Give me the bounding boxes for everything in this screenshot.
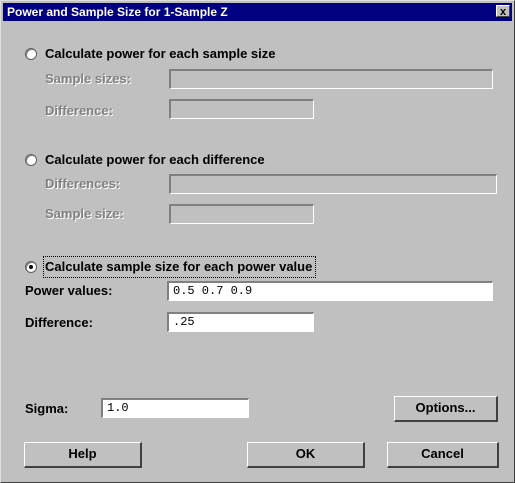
cancel-button[interactable]: Cancel <box>387 442 499 468</box>
differences-label: Differences: <box>45 176 121 191</box>
options-button[interactable]: Options... <box>394 396 498 422</box>
sample-sizes-input[interactable] <box>169 69 493 89</box>
difference-label: Difference: <box>45 103 113 118</box>
difference-input[interactable]: .25 <box>167 312 314 332</box>
radio-button-icon[interactable] <box>25 154 37 166</box>
title-bar[interactable]: Power and Sample Size for 1-Sample Z x <box>3 3 512 21</box>
power-values-label: Power values: <box>25 283 113 298</box>
radio-selected-dot <box>29 265 33 269</box>
sample-size-label: Sample size: <box>45 206 124 221</box>
power-values-input[interactable]: 0.5 0.7 0.9 <box>167 281 493 301</box>
help-button[interactable]: Help <box>24 442 142 468</box>
sigma-input[interactable]: 1.0 <box>101 398 249 418</box>
differences-input[interactable] <box>169 174 497 194</box>
sigma-label: Sigma: <box>25 401 69 416</box>
power-sample-size-dialog: Power and Sample Size for 1-Sample Z x C… <box>0 0 515 483</box>
radio-button-icon[interactable] <box>25 48 37 60</box>
close-button[interactable]: x <box>496 5 510 18</box>
radio-button-icon[interactable] <box>25 261 37 273</box>
difference-input[interactable] <box>169 99 314 119</box>
radio-label: Calculate sample size for each power val… <box>42 256 317 278</box>
radio-label: Calculate power for each difference <box>45 152 265 167</box>
window-title: Power and Sample Size for 1-Sample Z <box>7 5 228 19</box>
ok-button[interactable]: OK <box>247 442 365 468</box>
difference-label: Difference: <box>25 315 93 330</box>
sample-size-input[interactable] <box>169 204 314 224</box>
sample-sizes-label: Sample sizes: <box>45 71 131 86</box>
radio-label: Calculate power for each sample size <box>45 46 276 61</box>
